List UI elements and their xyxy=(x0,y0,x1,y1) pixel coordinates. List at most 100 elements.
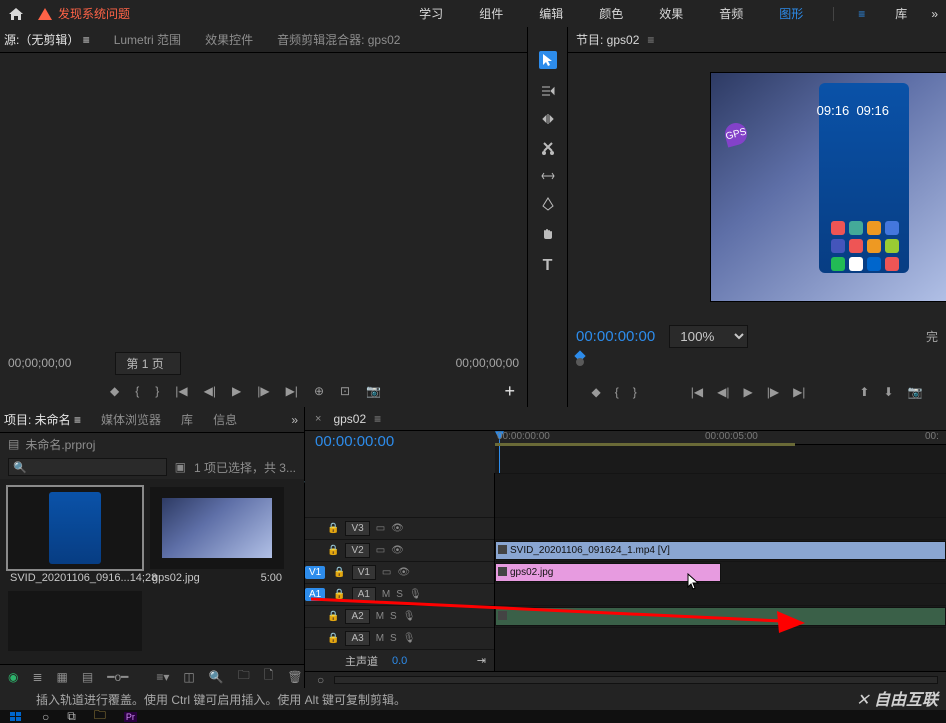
workspace-tab-audio[interactable]: 音频 xyxy=(713,5,749,22)
panel-menu-icon[interactable]: ≡ xyxy=(83,33,90,47)
auto-match-icon[interactable]: ◫ xyxy=(183,670,194,684)
project-item[interactable]: gps02.jpg5:00 xyxy=(150,487,284,587)
insert-button[interactable]: ⊕ xyxy=(314,384,324,398)
workspace-tab-assembly[interactable]: 组件 xyxy=(473,5,509,22)
go-to-in-button[interactable]: |◀ xyxy=(175,384,187,398)
button-editor-plus-icon[interactable]: + xyxy=(504,381,515,402)
clip-image[interactable]: gps02.jpg xyxy=(495,563,721,582)
track-header-a3[interactable]: 🔒A3MS🎙 xyxy=(305,627,494,649)
workspace-tab-library[interactable]: 库 xyxy=(889,5,913,22)
zoom-select[interactable]: 100% xyxy=(669,325,748,348)
lock-icon[interactable]: 🔒 xyxy=(333,567,345,578)
lane-a3[interactable] xyxy=(495,627,946,649)
tab-libraries[interactable]: 库 xyxy=(181,411,193,428)
freeform-view-icon[interactable]: ▤ xyxy=(82,670,93,684)
play-button[interactable]: ▶ xyxy=(743,385,752,399)
sequence-tab[interactable]: × gps02 ≡ xyxy=(305,407,946,431)
lock-icon[interactable]: 🔒 xyxy=(327,545,339,556)
mic-icon[interactable]: 🎙 xyxy=(409,589,422,600)
track-name[interactable]: A2 xyxy=(345,609,369,624)
tab-project[interactable]: 项目: 未命名 ≡ xyxy=(4,411,81,428)
workspace-tab-editing[interactable]: 编辑 xyxy=(533,5,569,22)
time-ruler[interactable]: 00:00:00:00 00:00:05:00 00: xyxy=(495,431,946,445)
lock-icon[interactable]: 🔒 xyxy=(327,611,339,622)
pen-tool-icon[interactable] xyxy=(542,197,554,211)
program-monitor[interactable]: 09:16 09:16 GPS xyxy=(568,53,946,321)
step-back-button[interactable]: ◀| xyxy=(204,384,216,398)
project-item[interactable] xyxy=(8,591,142,651)
zoom-slider[interactable]: ━o━ xyxy=(107,670,128,684)
lock-icon[interactable]: 🔒 xyxy=(327,523,339,534)
program-scrubber[interactable] xyxy=(576,354,938,364)
sort-icon[interactable]: ≡▾ xyxy=(156,670,169,684)
go-to-out-button[interactable]: ▶| xyxy=(286,384,298,398)
eye-icon[interactable]: 👁 xyxy=(391,545,404,556)
workspace-tab-graphics[interactable]: 图形 xyxy=(773,5,809,22)
bin-icon[interactable]: ▣ xyxy=(175,460,186,474)
ripple-edit-tool-icon[interactable] xyxy=(541,113,555,125)
clip-video[interactable]: SVID_20201106_091624_1.mp4 [V] xyxy=(495,541,946,560)
tab-media-browser[interactable]: 媒体浏览器 xyxy=(101,411,161,428)
tab-audio-clip-mixer[interactable]: 音频剪辑混合器: gps02 xyxy=(277,31,400,48)
type-tool-icon[interactable]: T xyxy=(543,257,553,275)
step-forward-button[interactable]: |▶ xyxy=(767,385,779,399)
mute-button[interactable]: M xyxy=(382,589,390,600)
trash-icon[interactable]: 🗑 xyxy=(287,670,302,684)
lane-a2[interactable] xyxy=(495,605,946,627)
razor-tool-icon[interactable] xyxy=(542,141,554,155)
lane-v2[interactable]: SVID_20201106_091624_1.mp4 [V] xyxy=(495,539,946,561)
mute-button[interactable]: M xyxy=(376,633,384,644)
play-button[interactable]: ▶ xyxy=(232,384,241,398)
track-header-v1[interactable]: V1🔒V1▭👁 xyxy=(305,561,494,583)
export-frame-button[interactable]: 📷 xyxy=(908,385,923,399)
lane-v1[interactable]: gps02.jpg xyxy=(495,561,946,583)
extract-button[interactable]: ⬇ xyxy=(883,385,893,399)
source-patch-v1[interactable]: V1 xyxy=(305,566,325,579)
export-frame-button[interactable]: 📷 xyxy=(366,384,381,398)
panel-menu-icon[interactable]: ≡ xyxy=(374,412,381,426)
project-tabs-more-icon[interactable]: » xyxy=(291,413,298,427)
track-name[interactable]: A3 xyxy=(345,631,369,646)
track-header-v3[interactable]: 🔒V3▭👁 xyxy=(305,517,494,539)
source-tc-out[interactable]: 00;00;00;00 xyxy=(456,356,519,370)
timeline-h-scrollbar[interactable] xyxy=(334,676,938,684)
premiere-icon[interactable]: Pr xyxy=(124,712,137,722)
track-name[interactable]: V2 xyxy=(345,543,369,558)
master-track-header[interactable]: 主声道0.0⇥ xyxy=(305,649,494,671)
solo-button[interactable]: S xyxy=(390,611,397,622)
tab-lumetri-scopes[interactable]: Lumetri 范围 xyxy=(114,31,181,48)
lock-icon[interactable]: 🔒 xyxy=(327,633,339,644)
track-header-a1[interactable]: A1🔒A1MS🎙 xyxy=(305,583,494,605)
mark-out-button[interactable]: } xyxy=(155,384,159,398)
timeline-tc[interactable]: 00:00:00:00 xyxy=(315,433,394,450)
track-name[interactable]: A1 xyxy=(352,587,376,602)
project-bin-area[interactable]: SVID_20201106_0916...14;28 gps02.jpg5:00 xyxy=(0,479,304,664)
tab-program[interactable]: 节目: gps02 xyxy=(576,31,639,48)
slip-tool-icon[interactable] xyxy=(541,171,555,181)
find-icon[interactable]: 🔍 xyxy=(209,670,224,684)
icon-view-icon[interactable]: ▦ xyxy=(57,670,68,684)
program-tc[interactable]: 00:00:00:00 xyxy=(576,328,655,345)
panel-menu-icon[interactable]: ≡ xyxy=(647,33,654,47)
tab-info[interactable]: 信息 xyxy=(213,411,237,428)
lane-v3[interactable] xyxy=(495,517,946,539)
lane-a1[interactable] xyxy=(495,583,946,605)
lock-icon[interactable]: 🔒 xyxy=(333,589,345,600)
source-patch-a1[interactable]: A1 xyxy=(305,588,325,601)
tab-effect-controls[interactable]: 效果控件 xyxy=(205,31,253,48)
mic-icon[interactable]: 🎙 xyxy=(403,611,416,622)
workspace-tab-learn[interactable]: 学习 xyxy=(413,5,449,22)
home-icon[interactable] xyxy=(8,7,24,21)
mark-in-button[interactable]: { xyxy=(615,385,619,399)
rec-icon[interactable]: ◉ xyxy=(8,670,18,684)
mark-out-button[interactable]: } xyxy=(633,385,637,399)
mute-button[interactable]: M xyxy=(376,611,384,622)
lift-button[interactable]: ⬆ xyxy=(859,385,869,399)
track-select-tool-icon[interactable] xyxy=(541,85,555,97)
add-marker-button[interactable]: ◆ xyxy=(591,385,600,399)
master-value[interactable]: 0.0 xyxy=(392,655,407,667)
search-taskbar-icon[interactable]: ○ xyxy=(42,710,49,723)
overwrite-button[interactable]: ⊡ xyxy=(340,384,350,398)
zoom-handle-icon[interactable]: ○ xyxy=(317,673,324,687)
track-header-v2[interactable]: 🔒V2▭👁 xyxy=(305,539,494,561)
